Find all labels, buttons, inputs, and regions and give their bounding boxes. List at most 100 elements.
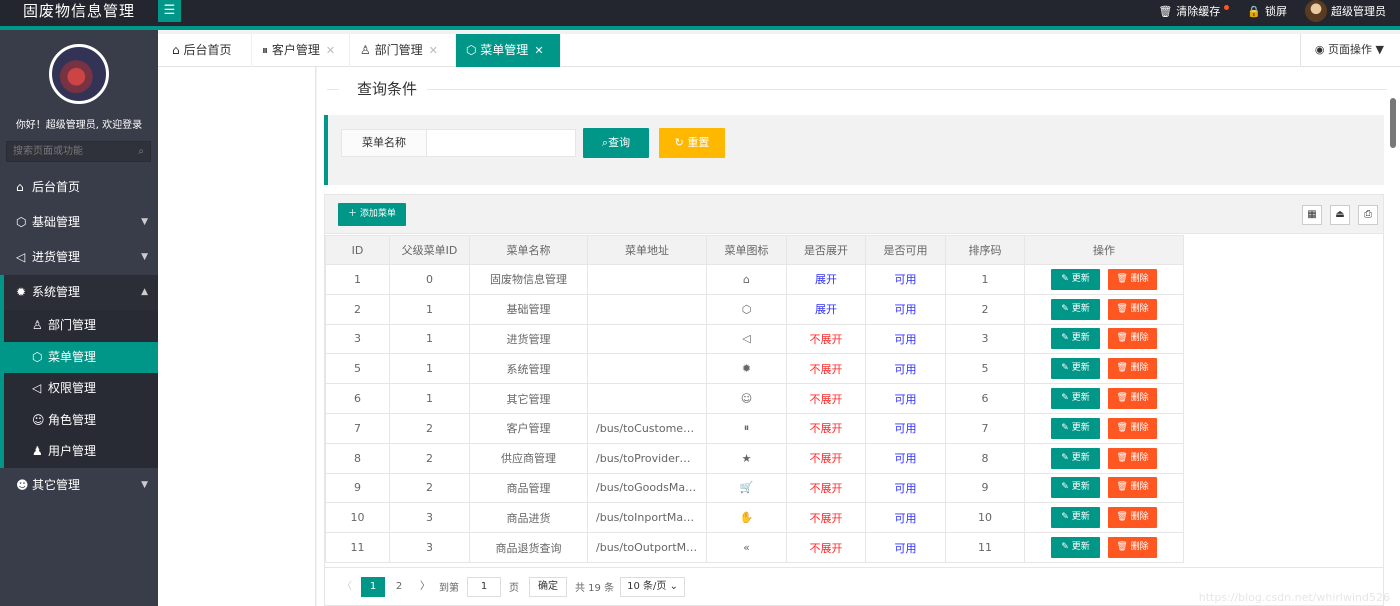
sidebar-item-basic[interactable]: ⬡ 基础管理 ▼ [0,205,158,240]
page-1[interactable]: 1 [361,576,385,597]
delete-button[interactable]: 🗑 删除 [1108,328,1157,350]
cell-name: 商品进货 [469,502,588,534]
update-button[interactable]: ✎ 更新 [1051,447,1100,469]
table-row: 6 1 其它管理 ☺ 不展开 可用 6 ✎ 更新 🗑 删除 [325,383,1184,414]
notification-dot [1224,4,1230,10]
table-row: 9 2 商品管理/bus/toGoodsMa… 🛒 不展开 可用 9 ✎ 更新 🗑 删除 [325,472,1184,504]
delete-button[interactable]: 🗑 删除 [1108,268,1157,290]
cell-parent-id: 1 [389,323,470,355]
cell-parent-id: 2 [389,472,470,504]
search-icon: ⌕ [138,146,144,157]
confirm-page-button[interactable]: 确定 [529,576,567,597]
tab-home[interactable]: ⌂ 后台首页 [162,34,252,67]
update-button[interactable]: ✎ 更新 [1051,298,1100,320]
tab-customer[interactable]: ⏸ 客户管理 ✕ [252,34,350,67]
sidebar-search-input[interactable]: 搜索页面或功能 ⌕ [6,141,151,162]
cell-actions: ✎ 更新 🗑 删除 [1024,353,1184,385]
cell-spread: 不展开 [786,442,866,474]
goto-page-input[interactable]: 1 [467,576,501,597]
prev-page-icon[interactable]: 〈 [335,577,359,597]
system-submenu: ♙ 部门管理 ⬡ 菜单管理 ◁ 权限管理 ☺ 角色管理 ♟ 用户管理 [0,310,158,468]
cell-actions: ✎ 更新 🗑 删除 [1024,502,1184,534]
sidebar-item-system[interactable]: ✹ 系统管理 ▲ [0,275,158,310]
per-page-select[interactable]: 10 条/页 ⌄ [620,576,685,597]
reset-button[interactable]: ↻ 重置 [659,128,725,158]
table-row: 5 1 系统管理 ✹ 不展开 可用 5 ✎ 更新 🗑 删除 [325,353,1184,385]
sidebar-item-permission[interactable]: ◁ 权限管理 [4,373,158,405]
user-outline-icon: ♙ [32,318,43,332]
clear-cache-button[interactable]: 🗑 清除缓存 [1158,3,1230,19]
cell-url: /bus/toOutportM… [587,532,707,563]
columns-icon[interactable]: ▦ [1302,205,1322,225]
delete-button[interactable]: 🗑 删除 [1108,447,1157,469]
hamburger-icon[interactable]: ☰ [158,0,181,22]
gear-icon: ✹ [16,285,27,299]
delete-button[interactable]: 🗑 删除 [1108,537,1157,559]
delete-button[interactable]: 🗑 删除 [1108,298,1157,320]
export-icon[interactable]: ⏏ [1330,205,1350,225]
tab-bar: ⌂ 后台首页 ⏸ 客户管理 ✕ ♙ 部门管理 ✕ ⬡ 菜单管理 ✕ ◉ 页面操作 ▼ [158,34,1400,67]
chevron-up-icon: ▲ [141,287,148,297]
search-button[interactable]: ⌕查询 [583,128,649,158]
tab-menu[interactable]: ⬡ 菜单管理 ✕ [456,34,561,67]
update-button[interactable]: ✎ 更新 [1051,328,1100,350]
tab-dept[interactable]: ♙ 部门管理 ✕ [350,34,456,67]
cell-spread: 展开 [786,264,866,295]
update-button[interactable]: ✎ 更新 [1051,477,1100,499]
face-icon: ☻ [16,477,29,492]
trash-icon: 🗑 [1116,333,1131,344]
sidebar-item-other[interactable]: ☻ 其它管理 ▼ [0,468,158,503]
cell-url [587,293,707,325]
update-button[interactable]: ✎ 更新 [1051,268,1100,290]
update-button[interactable]: ✎ 更新 [1051,537,1100,559]
chevron-down-icon: ▼ [141,217,148,227]
cell-name: 客户管理 [469,412,588,444]
close-icon[interactable]: ✕ [429,44,438,57]
lock-screen-button[interactable]: 🔒 锁屏 [1247,3,1287,19]
goto-label: 到第 [439,583,459,594]
print-icon[interactable]: ⎙ [1358,205,1378,225]
cell-name: 基础管理 [469,293,588,325]
cell-icon: ★ [706,442,787,474]
delete-button[interactable]: 🗑 删除 [1108,358,1157,380]
delete-button[interactable]: 🗑 删除 [1108,388,1157,410]
lock-icon: 🔒 [1247,4,1261,18]
caret-down-icon: ▼ [1375,43,1384,56]
user-menu[interactable]: 超级管理员 [1305,0,1386,22]
chevron-down-icon: ▼ [141,252,148,262]
close-icon[interactable]: ✕ [534,44,543,57]
cell-name: 其它管理 [469,383,588,414]
cell-parent-id: 2 [389,442,470,474]
cell-id: 1 [325,264,390,295]
cell-url [587,353,707,385]
trash-icon: 🗑 [1116,512,1131,523]
cell-actions: ✎ 更新 🗑 删除 [1024,532,1184,563]
page-2[interactable]: 2 [387,577,411,597]
sidebar-item-menu[interactable]: ⬡ 菜单管理 [0,341,158,373]
update-button[interactable]: ✎ 更新 [1051,507,1100,529]
sidebar-item-role[interactable]: ☺ 角色管理 [4,405,158,437]
trash-icon: 🗑 [1116,422,1131,433]
cell-order: 6 [945,383,1025,414]
close-icon[interactable]: ✕ [326,44,335,57]
menu-name-input[interactable] [426,129,576,157]
update-button[interactable]: ✎ 更新 [1051,388,1100,410]
trash-icon: 🗑 [1158,4,1173,18]
page-ops-dropdown[interactable]: ◉ 页面操作 ▼ [1299,34,1400,67]
sidebar-item-user[interactable]: ♟ 用户管理 [4,436,158,468]
sidebar-item-dept[interactable]: ♙ 部门管理 [4,310,158,342]
delete-button[interactable]: 🗑 删除 [1108,477,1157,499]
sidebar-item-home[interactable]: ⌂ 后台首页 [0,170,158,205]
cell-actions: ✎ 更新 🗑 删除 [1024,383,1184,414]
sidebar-item-purchase[interactable]: ◁ 进货管理 ▼ [0,240,158,275]
delete-button[interactable]: 🗑 删除 [1108,507,1157,529]
cell-available: 可用 [865,353,946,385]
cell-url [587,264,707,295]
edit-icon: ✎ [1061,303,1072,314]
delete-button[interactable]: 🗑 删除 [1108,417,1157,439]
update-button[interactable]: ✎ 更新 [1051,358,1100,380]
add-menu-button[interactable]: ＋ 添加菜单 [338,203,406,226]
update-button[interactable]: ✎ 更新 [1051,417,1100,439]
next-page-icon[interactable]: 〉 [413,577,437,597]
scrollbar[interactable] [1390,98,1396,148]
